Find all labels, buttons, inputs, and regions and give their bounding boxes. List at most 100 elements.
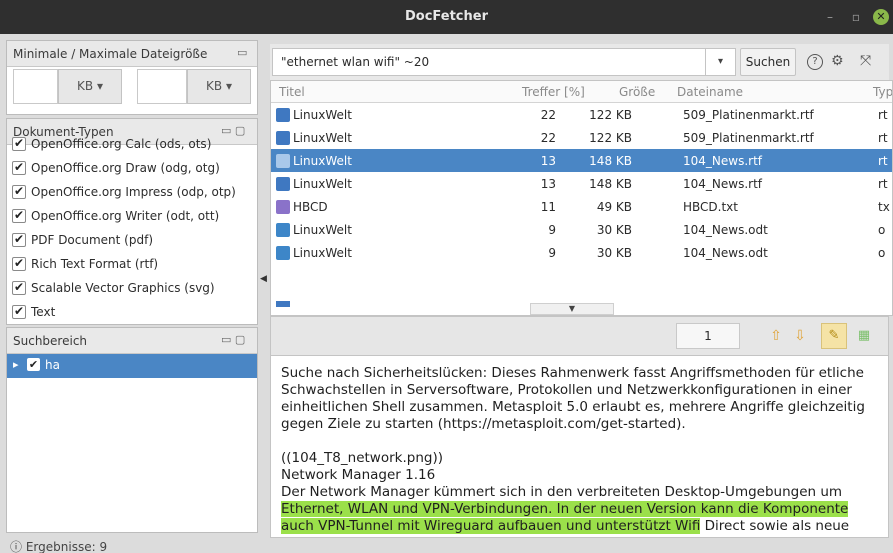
checkbox-icon[interactable] [12,184,26,199]
close-button[interactable]: ✕ [873,9,889,25]
min-unit-select[interactable]: KB ▾ [58,69,122,104]
max-unit-select[interactable]: KB ▾ [187,69,251,104]
col-size[interactable]: Größe [619,85,655,99]
table-row[interactable]: LinuxWelt 9 30 KB 104_News.odt o [271,241,892,264]
cell-title: HBCD [293,200,328,214]
checkbox-icon[interactable] [12,208,26,223]
checkbox-icon[interactable] [12,232,26,247]
cell-hits: 9 [548,246,556,260]
max-size-input[interactable] [137,69,187,104]
result-count: Ergebnisse: 9 [25,540,108,553]
search-query: "ethernet wlan wifi" ~20 [281,55,430,69]
cell-filename: 104_News.odt [683,246,768,260]
type-item[interactable]: Rich Text Format (rtf) [7,253,257,277]
scope-item-label: ha [45,358,60,372]
type-item[interactable]: OpenOffice.org Writer (odt, ott) [7,205,257,229]
status-text: ⓘ Ergebnisse: 9 [10,538,107,553]
max-unit-label: KB [206,79,223,93]
cell-title: LinuxWelt [293,177,352,191]
cell-hits: 13 [540,177,556,191]
search-input[interactable]: "ethernet wlan wifi" ~20 [272,48,706,76]
panel-controls-icon[interactable]: ▭ ▢ [221,333,245,346]
min-size-input[interactable] [13,69,58,104]
table-row[interactable]: HBCD 11 49 KB HBCD.txt tx [271,195,892,218]
scope-tree-item[interactable]: ▸ ✔ ha [7,354,257,378]
results-table: Titel Treffer [%] Größe Dateiname Typ Li… [270,80,893,316]
scope-panel-header: Suchbereich ▭ ▢ [7,328,257,354]
help-icon[interactable]: ? [807,54,823,70]
search-history-dropdown[interactable]: ▾ [706,48,736,76]
checkbox-icon[interactable] [12,280,26,295]
fullscreen-icon[interactable]: ⤧ [860,53,871,69]
window-title: DocFetcher [404,9,488,24]
file-icon [276,301,290,307]
size-panel-title: Minimale / Maximale Dateigröße [13,47,208,61]
preview-text: Der Network Manager kümmert sich in den … [281,484,843,500]
type-label: OpenOffice.org Impress (odp, otp) [31,185,236,199]
min-unit-label: KB [77,79,94,93]
cell-filename: 104_News.rtf [683,154,763,168]
type-item[interactable]: Scalable Vector Graphics (svg) [7,277,257,301]
scope-panel-title: Suchbereich [13,334,88,348]
col-hits[interactable]: Treffer [%] [522,85,585,99]
settings-icon[interactable]: ⚙ [831,53,844,69]
scroll-down-button[interactable]: ▼ [530,303,614,315]
col-title[interactable]: Titel [279,85,305,99]
expand-icon[interactable]: ▸ [13,358,19,371]
cell-title: LinuxWelt [293,154,352,168]
cell-size: 122 KB [589,108,632,122]
checkbox-icon[interactable] [12,136,26,151]
cell-size: 30 KB [596,246,632,260]
cell-hits: 22 [540,131,556,145]
main-window: Minimale / Maximale Dateigröße ▭ KB ▾ KB… [0,34,893,553]
minimize-button[interactable]: – [822,9,838,25]
cell-title: LinuxWelt [293,131,352,145]
cell-size: 122 KB [589,131,632,145]
checkbox-icon[interactable] [12,160,26,175]
preview-image-ref: ((104_T8_network.png)) [281,450,443,466]
checkbox-icon[interactable]: ✔ [27,358,40,371]
cell-title: LinuxWelt [293,246,352,260]
types-list: OpenOffice.org Calc (ods, ots) OpenOffic… [7,133,257,324]
preview-toolbar: 1 ⇧ ⇩ ✎ ▦ [270,316,889,356]
page-number[interactable]: 1 [676,323,740,349]
file-icon [276,246,290,260]
col-type[interactable]: Typ [873,85,892,99]
type-item[interactable]: PDF Document (pdf) [7,229,257,253]
type-item[interactable]: OpenOffice.org Calc (ods, ots) [7,133,257,157]
cell-filename: 104_News.rtf [683,177,763,191]
table-row[interactable]: LinuxWelt 9 30 KB 104_News.odt o [271,218,892,241]
checkbox-icon[interactable] [12,256,26,271]
table-row[interactable]: LinuxWelt 22 122 KB 509_Platinenmarkt.rtf rt [271,126,892,149]
type-label: Text [31,305,56,319]
grid-icon[interactable]: ▦ [851,323,877,349]
next-hit-icon[interactable]: ⇩ [787,323,813,349]
type-item[interactable]: OpenOffice.org Draw (odg, otg) [7,157,257,181]
table-row[interactable]: LinuxWelt 13 148 KB 104_News.rtf rt [271,172,892,195]
preview-pane[interactable]: Suche nach Sicherheitslücken: Dieses Rah… [270,356,889,538]
table-row[interactable]: LinuxWelt 22 122 KB 509_Platinenmarkt.rtf rt [271,103,892,126]
cell-hits: 13 [540,154,556,168]
type-label: PDF Document (pdf) [31,233,153,247]
collapse-icon[interactable]: ▭ [237,46,247,59]
col-filename[interactable]: Dateiname [677,85,743,99]
collapse-left-icon[interactable]: ◀ [260,274,267,284]
cell-type: rt [878,177,888,191]
chevron-down-icon: ▾ [96,79,103,93]
previous-hit-icon[interactable]: ⇧ [763,323,789,349]
search-button[interactable]: Suchen [740,48,796,76]
checkbox-icon[interactable] [12,304,26,319]
restore-button[interactable]: ▫ [848,9,864,25]
preview-heading: Network Manager 1.16 [281,467,436,483]
cell-type: rt [878,108,888,122]
type-item[interactable]: OpenOffice.org Impress (odp, otp) [7,181,257,205]
type-label: OpenOffice.org Calc (ods, ots) [31,137,212,151]
cell-type: o [878,223,886,237]
chevron-down-icon: ▾ [225,79,232,93]
table-row[interactable]: LinuxWelt 13 148 KB 104_News.rtf rt [271,149,892,172]
type-item[interactable]: Text [7,301,257,324]
highlight-icon[interactable]: ✎ [821,323,847,349]
cell-filename: 509_Platinenmarkt.rtf [683,131,814,145]
file-icon [276,177,290,191]
file-icon [276,108,290,122]
